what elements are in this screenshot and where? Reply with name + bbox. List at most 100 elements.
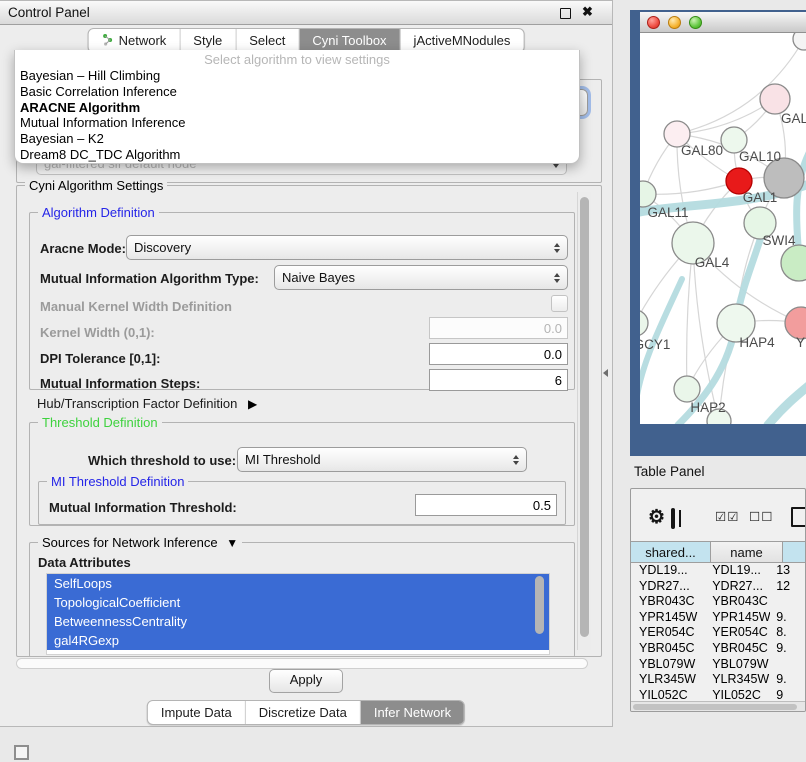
node-label-gal1: GAL1 — [743, 190, 778, 205]
network-node[interactable] — [793, 33, 806, 50]
table-row[interactable]: YLR345WYLR345W9. — [631, 672, 806, 688]
table-cell: YPR145W — [631, 610, 704, 626]
attribute-item-selfloops[interactable]: SelfLoops — [47, 574, 549, 593]
function-builder-icon[interactable] — [791, 507, 806, 527]
tab-jactivemnodules-label: jActiveMNodules — [414, 33, 511, 48]
table-header-row: shared...name — [631, 541, 806, 563]
network-canvas[interactable]: GALGAL80GAL10GAL1GAL11GAL4SWI4GCY1HAP4YH… — [640, 33, 806, 424]
mi-steps-label: Mutual Information Steps: — [40, 376, 200, 391]
node-label-gcy1: GCY1 — [640, 337, 670, 352]
table-row[interactable]: YPR145WYPR145W9. — [631, 610, 806, 626]
table-cell: 13 — [770, 563, 806, 579]
tab-select[interactable]: Select — [236, 29, 299, 52]
attribute-item-gal4rgexp[interactable]: gal4RGexp — [47, 631, 549, 650]
table-row[interactable]: YDR27...YDR27...12 — [631, 579, 806, 595]
column-header-name[interactable]: name — [711, 541, 783, 563]
table-hscrollbar-thumb[interactable] — [633, 704, 797, 710]
dpi-tolerance-label: DPI Tolerance [0,1]: — [40, 351, 160, 366]
close-traffic-light-icon[interactable] — [647, 16, 660, 29]
tab-style[interactable]: Style — [180, 29, 236, 52]
sources-legend: Sources for Network Inference ▼ — [38, 535, 242, 550]
network-graph[interactable]: GALGAL80GAL10GAL1GAL11GAL4SWI4GCY1HAP4YH… — [640, 33, 806, 424]
columns-icon[interactable] — [671, 508, 675, 529]
tab-impute-data[interactable]: Impute Data — [148, 701, 246, 724]
table-row[interactable]: YBR043CYBR043C — [631, 594, 806, 610]
mi-threshold-field[interactable] — [415, 494, 557, 516]
settings-scrollbar-thumb[interactable] — [580, 197, 589, 637]
table-cell: YDR27... — [704, 579, 770, 595]
mi-type-combo[interactable]: Naive Bayes — [274, 265, 568, 290]
manual-kernel-checkbox[interactable] — [551, 295, 568, 312]
tab-network-label: Network — [119, 33, 167, 48]
mi-steps-field[interactable] — [429, 369, 568, 391]
network-node[interactable] — [760, 84, 790, 114]
node-label-gal10: GAL10 — [739, 149, 781, 164]
expander-expanded-icon[interactable]: ▼ — [226, 536, 238, 550]
tab-infer-network-label: Infer Network — [374, 705, 451, 720]
algorithm-option-basic-correlation-inference[interactable]: Basic Correlation Inference — [15, 84, 579, 100]
table-row[interactable]: YER054CYER054C8. — [631, 625, 806, 641]
kernel-width-field[interactable] — [429, 317, 568, 339]
table-row[interactable]: YBL079WYBL079W — [631, 657, 806, 673]
tab-infer-network[interactable]: Infer Network — [361, 701, 464, 724]
apply-button[interactable]: Apply — [269, 669, 343, 693]
table-cell: 9. — [770, 641, 806, 657]
table-cell — [770, 594, 806, 610]
table-row[interactable]: YIL052CYIL052C9 — [631, 688, 806, 701]
network-node-gcy1[interactable] — [640, 310, 648, 336]
tab-impute-data-label: Impute Data — [161, 705, 232, 720]
gear-icon[interactable]: ⚙ — [648, 508, 665, 527]
splitter-handle-icon[interactable] — [603, 369, 608, 377]
tab-cyni-toolbox[interactable]: Cyni Toolbox — [299, 29, 400, 52]
settings-scrollbar-track[interactable] — [577, 192, 591, 650]
tab-style-label: Style — [193, 33, 222, 48]
table-cell: YIL052C — [631, 688, 704, 701]
table-hscrollbar-track[interactable] — [631, 701, 806, 712]
which-threshold-combo[interactable]: MI Threshold — [237, 447, 527, 472]
settings-hscrollbar[interactable] — [16, 658, 588, 669]
network-edge[interactable] — [643, 181, 739, 194]
network-node-gal11[interactable] — [640, 181, 656, 207]
algorithm-option-mutual-information-inference[interactable]: Mutual Information Inference — [15, 115, 579, 131]
zoom-traffic-light-icon[interactable] — [689, 16, 702, 29]
control-panel-titlebar: Control Panel ✖ — [0, 1, 612, 25]
close-icon[interactable]: ✖ — [582, 4, 593, 20]
table-cell: 8. — [770, 625, 806, 641]
table-cell: 9. — [770, 610, 806, 626]
tab-discretize-data-label: Discretize Data — [259, 705, 347, 720]
aracne-mode-combo[interactable]: Discovery — [126, 235, 568, 260]
minimize-traffic-light-icon[interactable] — [668, 16, 681, 29]
collapsed-panel-icon[interactable] — [14, 745, 29, 760]
tab-network[interactable]: Network — [89, 29, 181, 52]
network-edge[interactable] — [687, 243, 693, 389]
cyni-algorithm-settings-legend: Cyni Algorithm Settings — [25, 178, 167, 193]
table-cell: 12 — [770, 579, 806, 595]
attribute-list-scrollbar[interactable] — [535, 576, 544, 634]
network-node-hap2[interactable] — [674, 376, 700, 402]
algorithm-option-aracne-algorithm[interactable]: ARACNE Algorithm — [15, 100, 579, 116]
column-header-shared[interactable]: shared... — [631, 541, 711, 563]
algorithm-option-dream8-dc-tdc-algorithm[interactable]: Dream8 DC_TDC Algorithm — [15, 147, 579, 163]
table-cell: YBL079W — [631, 657, 704, 673]
attribute-item-betweennesscentrality[interactable]: BetweennessCentrality — [47, 612, 549, 631]
tab-jactivemnodules[interactable]: jActiveMNodules — [401, 29, 524, 52]
hub-definition-label: Hub/Transcription Factor Definition — [37, 396, 237, 411]
unchecked-pair-icon[interactable]: ☐☐ — [749, 509, 773, 524]
column-header-2[interactable] — [783, 541, 806, 563]
node-label-gal: GAL — [781, 111, 806, 126]
checked-pair-icon[interactable]: ☑☑ — [715, 509, 739, 524]
table-row[interactable]: YBR045CYBR045C9. — [631, 641, 806, 657]
table-cell: YDL19... — [631, 563, 704, 579]
algorithm-dropdown-placeholder: Select algorithm to view settings — [15, 50, 579, 68]
tab-discretize-data[interactable]: Discretize Data — [246, 701, 361, 724]
dpi-tolerance-field[interactable] — [429, 343, 568, 365]
sources-legend-text: Sources for Network Inference — [42, 535, 218, 550]
attribute-item-topologicalcoefficient[interactable]: TopologicalCoefficient — [47, 593, 549, 612]
float-window-icon[interactable] — [560, 8, 571, 19]
node-label-gal4: GAL4 — [695, 255, 730, 270]
algorithm-option-bayesian-hill-climbing[interactable]: Bayesian – Hill Climbing — [15, 68, 579, 84]
table-row[interactable]: YDL19...YDL19...13 — [631, 563, 806, 579]
network-node[interactable] — [781, 245, 806, 281]
algorithm-option-bayesian-k2[interactable]: Bayesian – K2 — [15, 131, 579, 147]
hub-definition-expander[interactable]: Hub/Transcription Factor Definition ▶ — [37, 396, 257, 411]
